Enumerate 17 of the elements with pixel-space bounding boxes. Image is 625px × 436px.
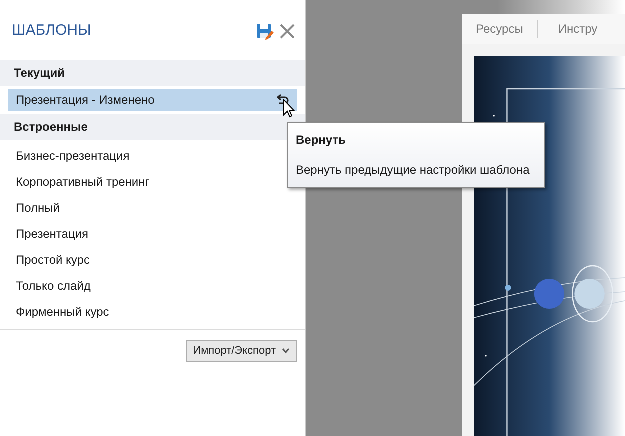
cursor-icon xyxy=(283,99,295,119)
template-item[interactable]: Полный xyxy=(0,194,305,220)
chevron-down-icon xyxy=(282,348,290,354)
panel-title: ШАБЛОНЫ xyxy=(12,21,92,41)
template-item[interactable]: Фирменный курс xyxy=(0,298,305,324)
section-heading: Текущий xyxy=(0,60,305,86)
undo-icon[interactable] xyxy=(277,94,289,105)
close-icon[interactable] xyxy=(280,24,295,39)
import-export-button[interactable]: Импорт/Экспорт xyxy=(186,340,297,362)
preview-tab[interactable]: Ресурсы xyxy=(474,20,538,38)
template-item[interactable]: Простой курс xyxy=(0,246,305,272)
template-item[interactable]: Только слайд xyxy=(0,272,305,298)
template-item[interactable]: Презентация xyxy=(0,220,305,246)
tooltip-text: Вернуть предыдущие настройки шаблона xyxy=(296,162,531,179)
preview-tab[interactable]: Инстру xyxy=(537,20,612,38)
template-item[interactable]: Презентация - Изменено xyxy=(8,88,297,110)
save-icon[interactable] xyxy=(256,22,274,40)
